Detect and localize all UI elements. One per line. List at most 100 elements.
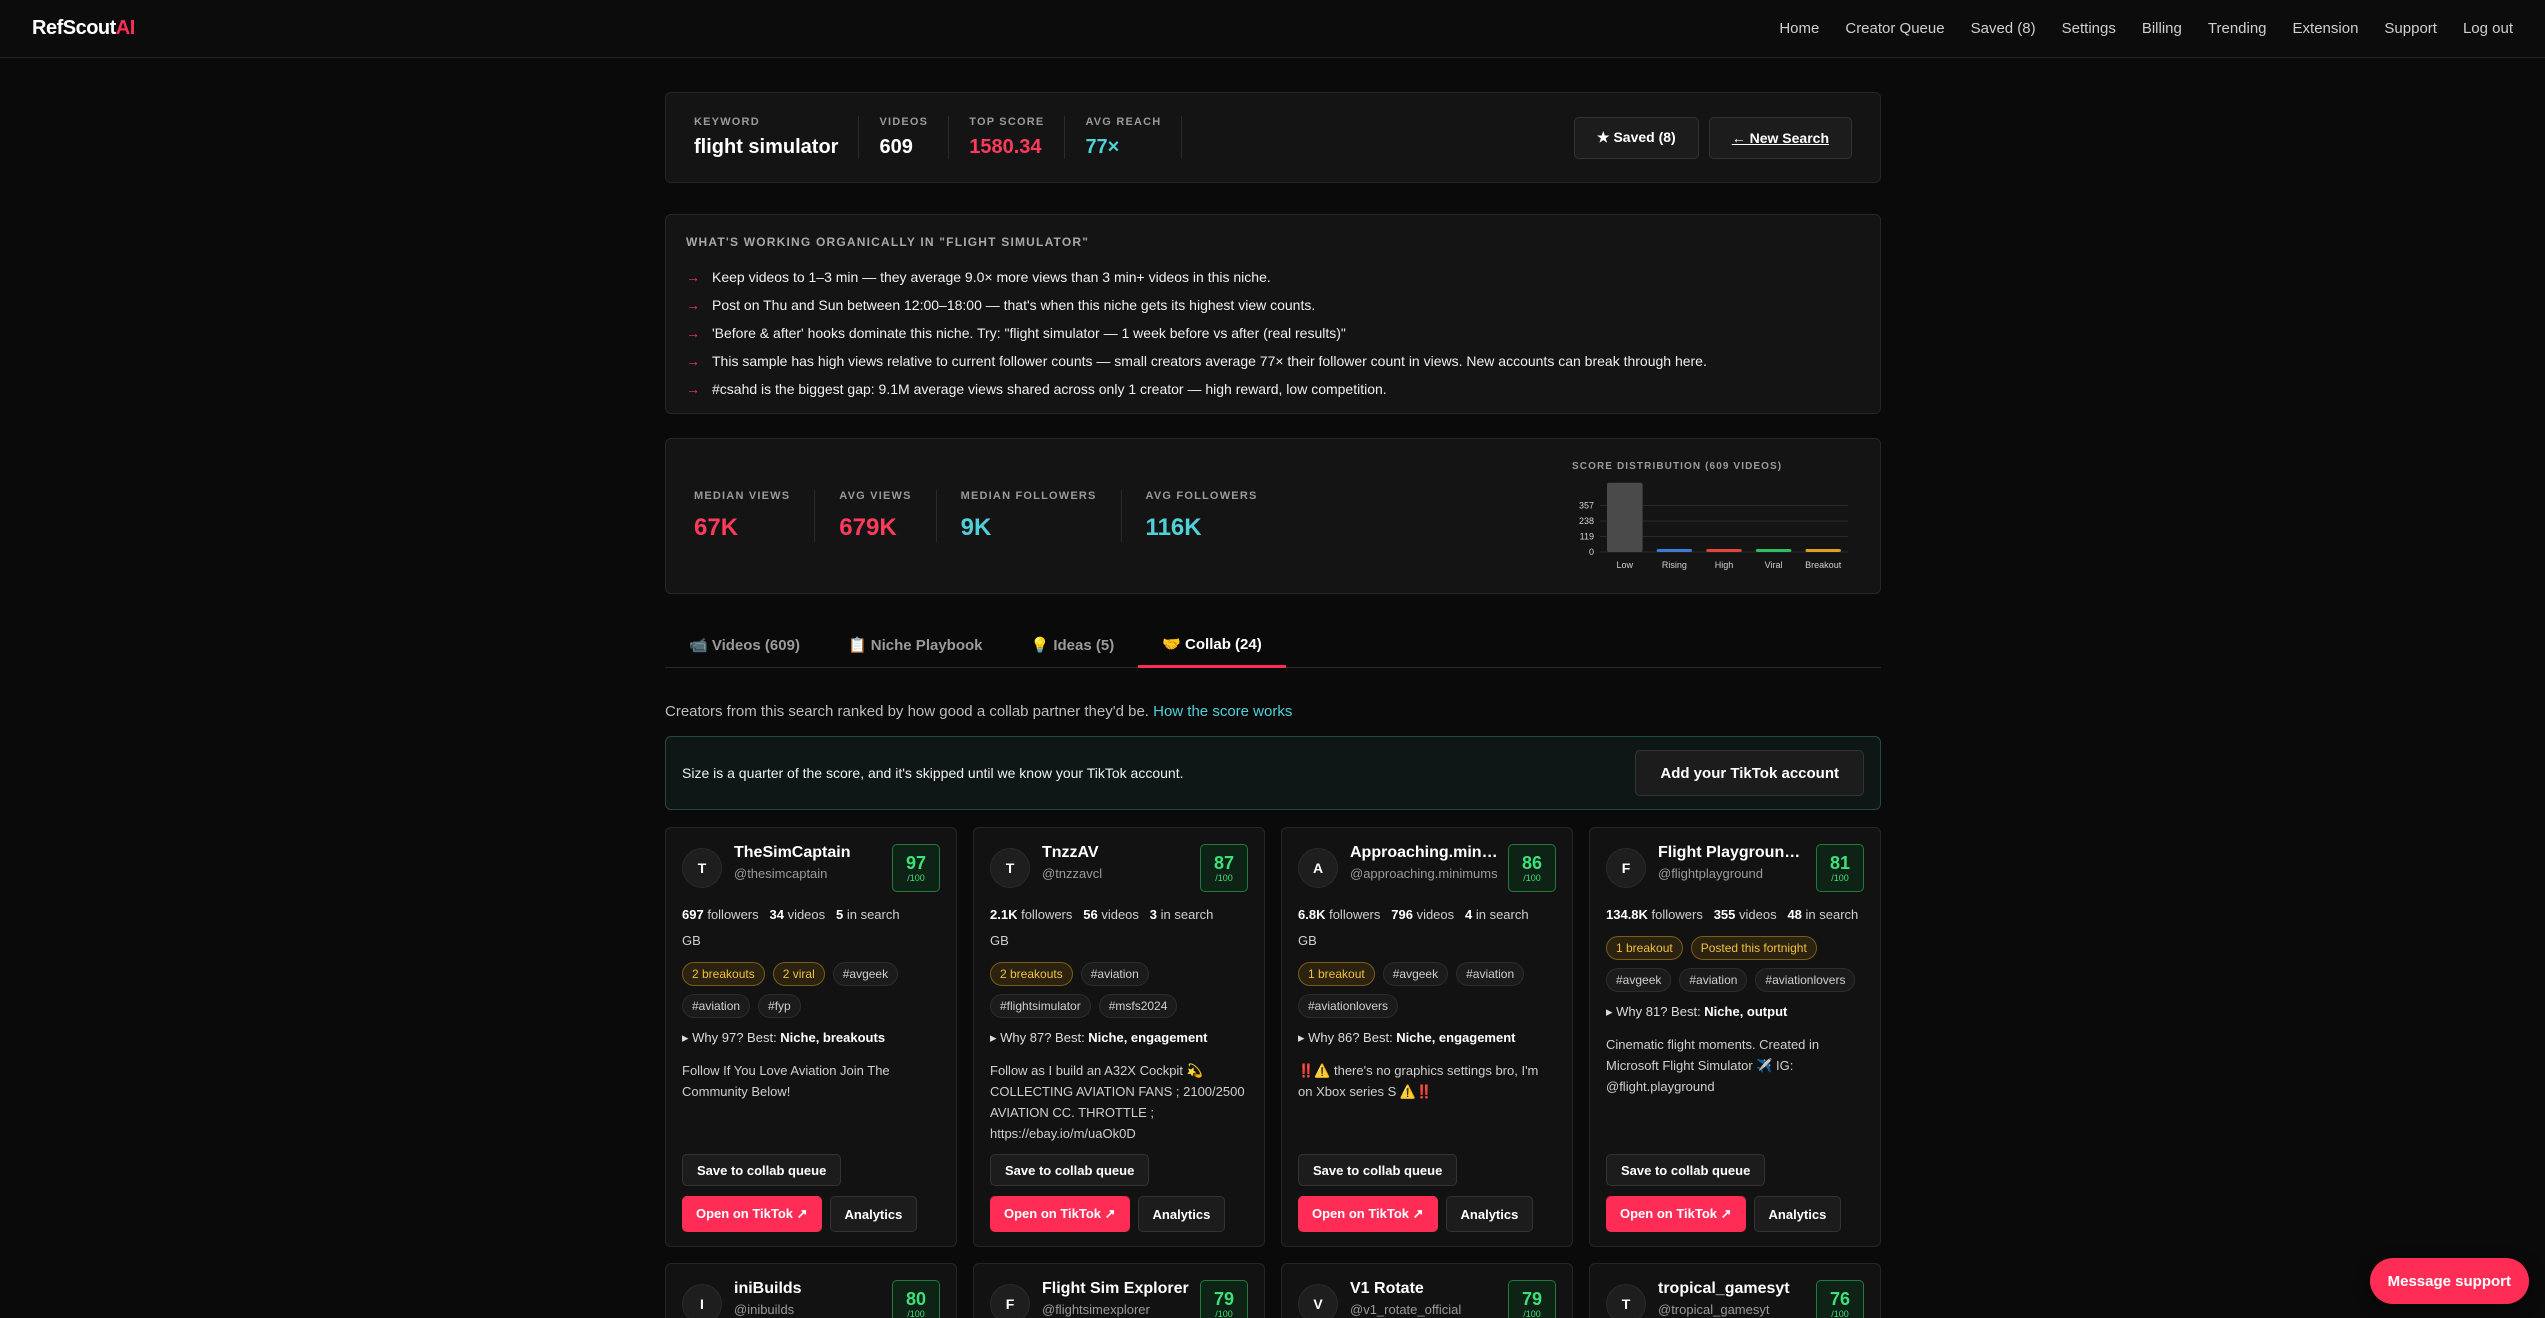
nav-saved[interactable]: Saved (8): [1971, 20, 2036, 37]
creator-name[interactable]: TheSimCaptain: [734, 844, 884, 862]
score-max: /100: [907, 1309, 925, 1318]
tab-ideas[interactable]: 💡 Ideas (5): [1007, 622, 1139, 668]
followers-count: 134.8K: [1606, 907, 1648, 922]
country: GB: [682, 933, 701, 948]
avatar[interactable]: T: [1606, 1284, 1646, 1318]
tag-list: 1 breakout #avgeek #aviation #aviationlover…: [1298, 962, 1556, 1018]
insight-text: Post on Thu and Sun between 12:00–18:00 …: [712, 297, 1316, 313]
why-text: ▸ Why 97? Best:: [682, 1030, 781, 1045]
highlight-badge: 1 breakout: [1298, 962, 1375, 986]
how-score-works-link[interactable]: How the score works: [1153, 703, 1292, 720]
new-search-button[interactable]: ← New Search: [1708, 116, 1852, 159]
banner-text: Size is a quarter of the score, and it's…: [682, 765, 1184, 781]
nav-billing[interactable]: Billing: [2142, 20, 2182, 37]
score-value: 76: [1829, 1289, 1851, 1309]
why-best: Niche, engagement: [1088, 1030, 1208, 1045]
avatar[interactable]: A: [1298, 848, 1338, 888]
creator-names: Approaching.minimums @approaching.minimum…: [1350, 844, 1500, 881]
why-score-toggle[interactable]: ▸ Why 97? Best: Niche, breakouts: [682, 1030, 940, 1046]
in-search-label: in search: [846, 907, 900, 922]
bar-viral: [1755, 549, 1792, 552]
creator-stats: 134.8K followers 355 videos 48 in search: [1606, 902, 1864, 928]
card-header: T TnzzAV @tnzzavcl 87/100: [990, 844, 1248, 892]
nav-home[interactable]: Home: [1779, 20, 1819, 37]
tab-niche-playbook[interactable]: 📋 Niche Playbook: [824, 622, 1007, 668]
collab-intro: Creators from this search ranked by how …: [665, 703, 1881, 720]
hashtag-chip: #aviation: [1080, 962, 1149, 986]
stat-label: AVG REACH: [1085, 116, 1162, 128]
analytics-button[interactable]: Analytics: [829, 1196, 918, 1232]
creator-name[interactable]: Approaching.minimums: [1350, 844, 1500, 862]
creator-name[interactable]: Flight Sim Explorer: [1042, 1280, 1192, 1298]
arrow-icon: →: [686, 381, 700, 397]
avatar[interactable]: F: [990, 1284, 1030, 1318]
insight-item: → This sample has high views relative to …: [686, 347, 1860, 375]
creator-name[interactable]: Flight Playground Studios: [1658, 844, 1808, 862]
creator-handle: @flightplayground: [1658, 866, 1763, 881]
creator-handle: @approaching.minimums: [1350, 866, 1498, 881]
creator-name[interactable]: TnzzAV: [1042, 844, 1192, 862]
creator-name[interactable]: tropical_gamesyt: [1658, 1280, 1808, 1298]
creator-names: tropical_gamesyt @tropical_gamesyt: [1658, 1280, 1808, 1317]
avatar[interactable]: T: [990, 848, 1030, 888]
highlight-badge: 2 breakouts: [990, 962, 1073, 986]
open-on-tiktok-button[interactable]: Open on TikTok ↗: [1606, 1196, 1746, 1232]
card-header: A Approaching.minimums @approaching.minimu…: [1298, 844, 1556, 892]
hashtag-chip: #avgeek: [832, 962, 899, 986]
metric-label: AVG VIEWS: [839, 490, 912, 502]
tab-bar: 📹 Videos (609) 📋 Niche Playbook 💡 Ideas …: [665, 622, 1881, 668]
open-on-tiktok-button[interactable]: Open on TikTok ↗: [682, 1196, 822, 1232]
x-tick-label: Breakout: [1805, 560, 1842, 570]
save-to-collab-queue-button[interactable]: Save to collab queue: [1298, 1154, 1458, 1186]
analytics-button[interactable]: Analytics: [1753, 1196, 1842, 1232]
insights-panel: WHAT'S WORKING ORGANICALLY IN "FLIGHT SI…: [665, 214, 1881, 414]
collab-score-badge: 97/100: [892, 844, 940, 892]
avatar[interactable]: I: [682, 1284, 722, 1318]
tab-videos[interactable]: 📹 Videos (609): [665, 622, 824, 668]
open-on-tiktok-button[interactable]: Open on TikTok ↗: [1298, 1196, 1438, 1232]
creator-handle: @flightsimexplorer: [1042, 1302, 1150, 1317]
tag-list: 2 breakouts #aviation #flightsimulator #msf…: [990, 962, 1248, 1018]
nav-support[interactable]: Support: [2384, 20, 2437, 37]
creator-names: iniBuilds @inibuilds: [734, 1280, 884, 1317]
why-score-toggle[interactable]: ▸ Why 87? Best: Niche, engagement: [990, 1030, 1248, 1046]
open-on-tiktok-button[interactable]: Open on TikTok ↗: [990, 1196, 1130, 1232]
in-search-count: 48: [1787, 907, 1802, 922]
analytics-button[interactable]: Analytics: [1445, 1196, 1534, 1232]
y-tick-label: 119: [1580, 532, 1594, 542]
in-search-count: 4: [1464, 907, 1473, 922]
collab-score-badge: 81/100: [1816, 844, 1864, 892]
why-score-toggle[interactable]: ▸ Why 81? Best: Niche, output: [1606, 1004, 1864, 1020]
creator-name[interactable]: iniBuilds: [734, 1280, 884, 1298]
metric-value: 67K: [694, 514, 739, 541]
why-score-toggle[interactable]: ▸ Why 86? Best: Niche, engagement: [1298, 1030, 1556, 1046]
stat-label: VIDEOS: [879, 116, 929, 128]
save-to-collab-queue-button[interactable]: Save to collab queue: [682, 1154, 842, 1186]
creator-name[interactable]: V1 Rotate: [1350, 1280, 1500, 1298]
logo[interactable]: RefScoutAI: [32, 17, 135, 40]
avatar[interactable]: T: [682, 848, 722, 888]
avatar[interactable]: F: [1606, 848, 1646, 888]
save-to-collab-queue-button[interactable]: Save to collab queue: [990, 1154, 1150, 1186]
nav-creator-queue[interactable]: Creator Queue: [1845, 20, 1944, 37]
analytics-button[interactable]: Analytics: [1137, 1196, 1226, 1232]
add-tiktok-account-button[interactable]: Add your TikTok account: [1635, 750, 1864, 796]
message-support-button[interactable]: Message support: [2369, 1258, 2529, 1304]
insight-text: 'Before & after' hooks dominate this nic…: [712, 325, 1346, 341]
tab-collab[interactable]: 🤝 Collab (24): [1138, 622, 1286, 668]
nav-settings[interactable]: Settings: [2062, 20, 2116, 37]
collab-score-badge: 87/100: [1200, 844, 1248, 892]
save-to-collab-queue-button[interactable]: Save to collab queue: [1606, 1154, 1766, 1186]
nav-logout[interactable]: Log out: [2463, 20, 2513, 37]
nav-trending[interactable]: Trending: [2208, 20, 2267, 37]
followers-label: followers: [1021, 907, 1073, 922]
nav-extension[interactable]: Extension: [2293, 20, 2359, 37]
metric-label: MEDIAN FOLLOWERS: [960, 490, 1097, 502]
creator-card: Ttropical_gamesyt @tropical_gamesyt 76/100: [1589, 1263, 1881, 1318]
saved-button[interactable]: ★ Saved (8): [1574, 116, 1699, 159]
creator-handle: @tropical_gamesyt: [1658, 1302, 1770, 1317]
card-actions: Save to collab queue Open on TikTok ↗ Anal…: [1606, 1154, 1842, 1232]
creator-card: V V1 Rotate @v1_rotate_official 79/100: [1281, 1263, 1573, 1318]
avatar[interactable]: V: [1298, 1284, 1338, 1318]
why-text: ▸ Why 87? Best:: [990, 1030, 1089, 1045]
